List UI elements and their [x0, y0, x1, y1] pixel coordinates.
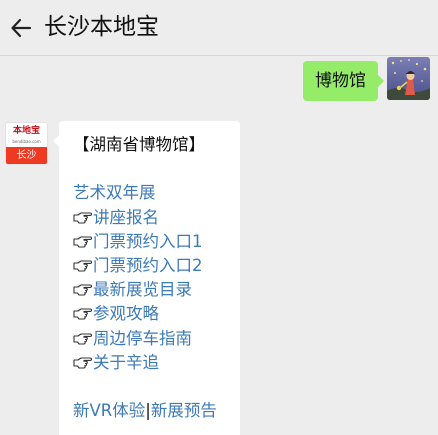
link-list: 讲座报名门票预约入口1 门票预约入口2 最新展览目录 参观攻略周边停车指南 关于辛追: [73, 206, 240, 375]
pointing-hand-icon: [73, 357, 92, 369]
menu-link-label: 讲座报名: [93, 207, 159, 227]
footer-links: 新VR体验|新展预告: [73, 399, 240, 423]
chat-header: 长沙本地宝: [0, 0, 438, 56]
menu-link-item[interactable]: 周边停车指南: [73, 327, 240, 351]
official-account-avatar[interactable]: 本地宝 bendibao.com 长沙: [5, 122, 48, 165]
menu-link-item[interactable]: 关于辛追: [73, 351, 240, 375]
menu-link-item[interactable]: 讲座报名: [73, 206, 240, 230]
avatar-logo-url: bendibao.com: [12, 139, 41, 144]
chat-title: 长沙本地宝: [44, 14, 159, 40]
pointing-hand-icon: [73, 260, 92, 272]
menu-link-label: 门票预约入口2: [93, 255, 203, 275]
back-arrow-icon: [11, 18, 32, 38]
incoming-message-bubble: 【湖南省博物馆】 艺术双年展 讲座报名门票预约入口1 门票预约入口2 最新展览目录参…: [53, 121, 240, 435]
avatar-logo-text: 本地宝: [12, 126, 40, 136]
menu-link-label: 最新展览目录: [93, 280, 192, 300]
pointing-hand-icon: [73, 332, 92, 345]
menu-link-item[interactable]: 门票预约入口2: [73, 254, 240, 278]
back-button[interactable]: [8, 14, 36, 42]
pointing-hand-icon: [73, 212, 92, 224]
message-heading: 【湖南省博物馆】: [73, 135, 205, 154]
menu-link-label: 关于辛追: [93, 352, 159, 372]
menu-link-item[interactable]: 最新展览目录: [73, 278, 240, 302]
self-avatar[interactable]: [387, 57, 430, 100]
menu-link-label: 门票预约入口1: [93, 231, 203, 251]
link-vr-experience[interactable]: 新VR体验: [73, 401, 145, 420]
avatar-city-label: 长沙: [6, 147, 47, 164]
pointing-hand-icon: [73, 284, 92, 296]
avatar-image: [387, 57, 430, 100]
link-new-exhibition-preview[interactable]: 新展预告: [151, 401, 217, 420]
pointing-hand-icon: [73, 308, 92, 320]
chat-window: 长沙本地宝 博物馆 本地宝 bendibao.com 长沙 【湖南省博物馆】 艺…: [0, 0, 438, 435]
link-art-biennale[interactable]: 艺术双年展: [73, 181, 240, 205]
menu-link-item[interactable]: 门票预约入口1: [73, 230, 240, 254]
pointing-hand-icon: [73, 236, 92, 248]
outgoing-message-bubble[interactable]: 博物馆: [303, 61, 384, 101]
plus-icon[interactable]: [312, 0, 328, 4]
menu-link-item[interactable]: 参观攻略: [73, 302, 240, 326]
menu-link-label: 参观攻略: [93, 304, 159, 324]
menu-link-label: 周边停车指南: [93, 328, 192, 348]
